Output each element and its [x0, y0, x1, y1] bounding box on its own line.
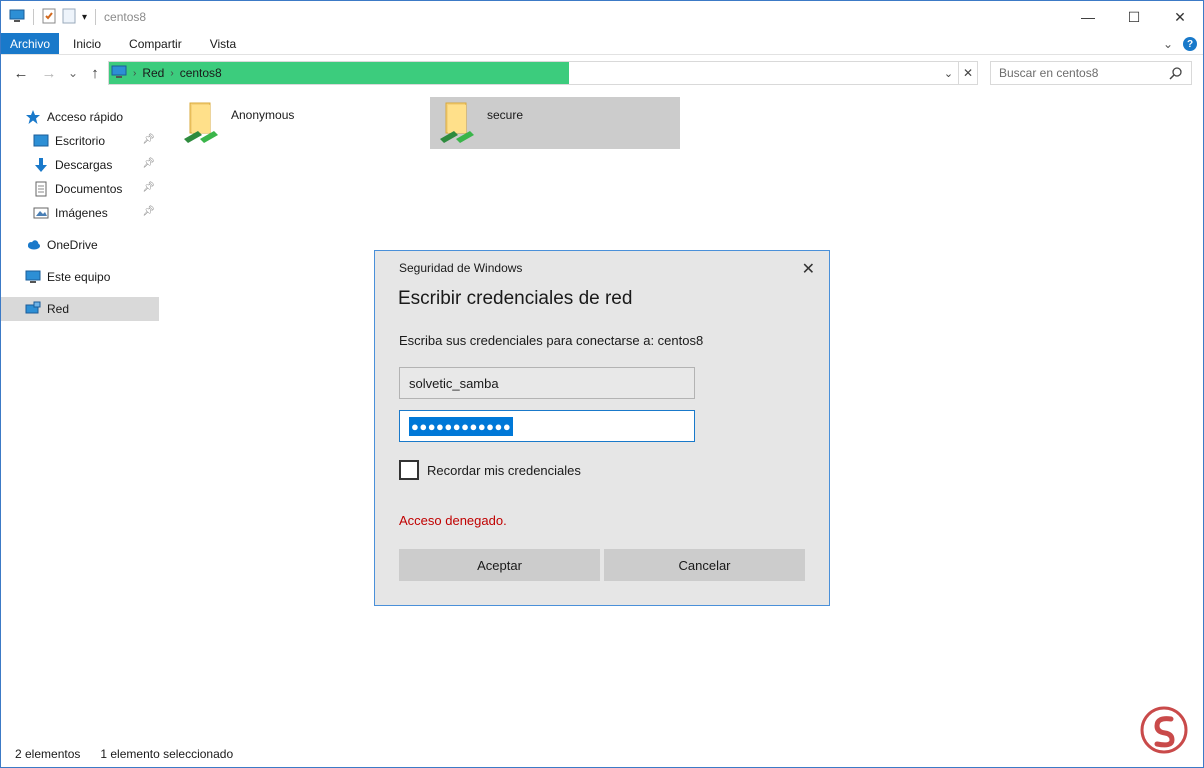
error-message: Acceso denegado. — [399, 513, 507, 528]
password-field[interactable]: ●●●●●●●●●●●● — [399, 410, 695, 442]
desktop-icon — [33, 133, 49, 149]
selection-count: 1 elemento seleccionado — [100, 747, 234, 761]
navigation-pane: Acceso rápido Escritorio 📌︎ Descargas 📌︎… — [1, 105, 159, 321]
breadcrumb-red[interactable]: Red — [142, 66, 164, 80]
maximize-button[interactable]: ☐ — [1111, 1, 1157, 33]
dialog-close-button[interactable]: ✕ — [802, 259, 815, 279]
cloud-icon — [25, 237, 41, 253]
folder-name: secure — [487, 108, 524, 122]
document-icon — [33, 181, 49, 197]
sidebar-item-onedrive[interactable]: OneDrive — [1, 233, 159, 257]
sidebar-item-imagenes[interactable]: Imágenes 📌︎ — [1, 201, 159, 225]
sidebar-item-label: Este equipo — [47, 270, 111, 284]
window-title: centos8 — [104, 10, 147, 24]
pin-icon[interactable]: 📌︎ — [142, 134, 155, 145]
remember-credentials-row[interactable]: Recordar mis credenciales — [399, 460, 581, 480]
credentials-dialog: Seguridad de Windows ✕ Escribir credenci… — [374, 250, 830, 606]
close-button[interactable]: ✕ — [1157, 1, 1203, 33]
new-folder-icon[interactable] — [62, 8, 76, 27]
back-button[interactable]: ← — [11, 63, 31, 83]
quick-access-toolbar: ▾ — [1, 1, 98, 33]
computer-icon — [25, 269, 41, 285]
folder-item[interactable]: secure — [430, 97, 680, 149]
tab-compartir[interactable]: Compartir — [115, 33, 196, 54]
computer-icon[interactable] — [9, 9, 25, 26]
stop-loading-button[interactable]: ✕ — [959, 62, 977, 84]
toolbar-separator — [33, 9, 34, 25]
toolbar-separator — [95, 9, 97, 25]
address-history-dropdown[interactable]: ⌄ — [939, 62, 959, 84]
download-icon — [33, 157, 49, 173]
minimize-button[interactable]: — — [1065, 1, 1111, 33]
pin-icon[interactable]: 📌︎ — [142, 158, 155, 169]
sidebar-item-este-equipo[interactable]: Este equipo — [1, 265, 159, 289]
dialog-prompt: Escriba sus credenciales para conectarse… — [399, 333, 704, 348]
network-icon — [111, 65, 127, 82]
shared-folder-icon — [440, 102, 474, 143]
folder-name: Anonymous — [231, 108, 295, 122]
sidebar-item-label: Documentos — [55, 182, 123, 196]
ok-button[interactable]: Aceptar — [399, 549, 600, 581]
pictures-icon — [33, 205, 49, 221]
chevron-down-icon[interactable]: ⌄ — [1163, 37, 1173, 51]
star-icon — [25, 109, 41, 125]
help-icon[interactable]: ? — [1183, 37, 1197, 51]
ribbon-right-controls: ⌄ ? — [1163, 33, 1197, 55]
cancel-button[interactable]: Cancelar — [604, 549, 805, 581]
solvetic-logo-icon — [1140, 706, 1188, 754]
sidebar-item-label: Acceso rápido — [47, 110, 124, 124]
forward-button[interactable]: → — [39, 63, 59, 83]
status-bar: 2 elementos 1 elemento seleccionado — [15, 747, 233, 761]
breadcrumb-separator[interactable]: › — [170, 68, 173, 79]
search-box[interactable]: Buscar en centos8 — [990, 61, 1192, 85]
search-icon — [1169, 66, 1183, 83]
tab-archivo[interactable]: Archivo — [1, 33, 60, 54]
properties-icon[interactable] — [42, 8, 56, 27]
navigation-bar: ← → ⌄ ↑ › Red › centos8 ⌄ ✕ Buscar en ce… — [1, 59, 1203, 87]
sidebar-item-label: OneDrive — [47, 238, 98, 252]
title-bar: ▾ centos8 — ☐ ✕ — [1, 1, 1203, 33]
window-controls: — ☐ ✕ — [1065, 1, 1203, 33]
sidebar-item-acceso-rapido[interactable]: Acceso rápido — [1, 105, 159, 129]
sidebar-item-documentos[interactable]: Documentos 📌︎ — [1, 177, 159, 201]
sidebar-item-escritorio[interactable]: Escritorio 📌︎ — [1, 129, 159, 153]
network-icon — [25, 301, 41, 317]
sidebar-item-label: Descargas — [55, 158, 113, 172]
tab-inicio[interactable]: Inicio — [59, 33, 115, 54]
username-value: solvetic_samba — [409, 375, 499, 391]
sidebar-item-label: Imágenes — [55, 206, 108, 220]
tab-vista[interactable]: Vista — [196, 33, 250, 54]
customize-dropdown-icon[interactable]: ▾ — [82, 12, 87, 23]
recent-locations-button[interactable]: ⌄ — [63, 63, 83, 83]
shared-folder-icon — [184, 102, 218, 143]
dialog-heading: Escribir credenciales de red — [398, 288, 633, 309]
username-field[interactable]: solvetic_samba — [399, 367, 695, 399]
sidebar-item-descargas[interactable]: Descargas 📌︎ — [1, 153, 159, 177]
up-button[interactable]: ↑ — [85, 63, 105, 83]
dialog-title: Seguridad de Windows — [399, 261, 523, 275]
pin-icon[interactable]: 📌︎ — [142, 206, 155, 217]
sidebar-item-label: Escritorio — [55, 134, 106, 148]
folder-item[interactable]: Anonymous — [174, 97, 424, 149]
item-count: 2 elementos — [15, 747, 81, 761]
address-bar[interactable]: › Red › centos8 ⌄ ✕ — [108, 61, 978, 85]
breadcrumb-centos8[interactable]: centos8 — [180, 66, 222, 80]
breadcrumb: › Red › centos8 — [111, 62, 222, 84]
breadcrumb-separator[interactable]: › — [133, 68, 136, 79]
remember-credentials-label[interactable]: Recordar mis credenciales — [427, 463, 581, 478]
sidebar-item-label: Red — [47, 302, 70, 316]
remember-credentials-checkbox[interactable] — [399, 460, 419, 480]
pin-icon[interactable]: 📌︎ — [142, 182, 155, 193]
ribbon-tabs: Archivo Inicio Compartir Vista ⌄ ? — [1, 33, 1203, 55]
password-value: ●●●●●●●●●●●● — [409, 416, 514, 436]
sidebar-item-red[interactable]: Red — [1, 297, 159, 321]
search-input[interactable]: Buscar en centos8 — [999, 66, 1098, 80]
